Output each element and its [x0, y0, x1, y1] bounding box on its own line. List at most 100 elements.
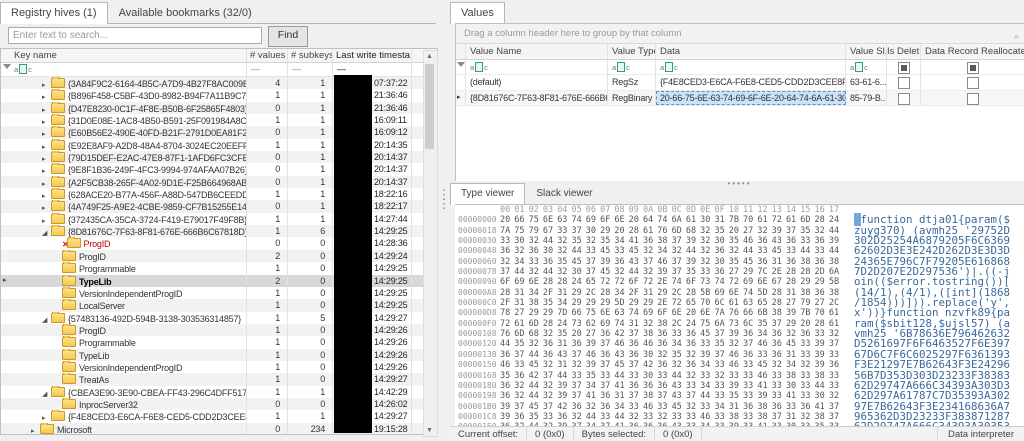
hex-byte[interactable]: 38 [643, 391, 654, 401]
group-by-bar[interactable]: Drag a column header here to group by th… [456, 24, 1024, 44]
hex-byte[interactable]: 37 [586, 267, 597, 277]
hex-byte[interactable]: 34 [786, 360, 797, 370]
hex-byte[interactable]: 33 [600, 412, 611, 422]
hex-byte[interactable]: 76 [657, 226, 668, 236]
hex-byte[interactable]: 38 [786, 371, 797, 381]
hex-byte[interactable]: 32 [772, 360, 783, 370]
hex-viewer[interactable]: 000102030405060708090A0B0C0D0E0F10111213… [455, 204, 1024, 427]
hex-byte[interactable]: 75 [700, 319, 711, 329]
hex-byte[interactable]: 37 [672, 257, 683, 267]
hex-byte[interactable]: 32 [586, 236, 597, 246]
hex-byte[interactable]: 36 [543, 350, 554, 360]
hex-byte[interactable]: 34 [614, 402, 625, 412]
hex-byte[interactable]: 65 [686, 298, 697, 308]
hex-byte[interactable]: 41 [629, 236, 640, 246]
hex-byte[interactable]: 78 [500, 308, 511, 318]
hex-byte[interactable]: 29 [786, 319, 797, 329]
hex-byte[interactable]: 38 [772, 308, 783, 318]
hex-byte[interactable]: 32 [686, 350, 697, 360]
hex-byte[interactable]: 46 [657, 257, 668, 267]
hex-byte[interactable]: 2C [586, 288, 597, 298]
hex-byte[interactable]: 66 [514, 215, 525, 225]
hex-byte[interactable]: 37 [543, 371, 554, 381]
hex-byte[interactable]: 2E [657, 298, 668, 308]
hex-byte[interactable]: 38 [643, 329, 654, 339]
hex-byte[interactable]: 6E [614, 215, 625, 225]
hex-byte[interactable]: 33 [800, 236, 811, 246]
find-button[interactable]: Find [268, 26, 308, 47]
hex-byte[interactable]: 36 [772, 329, 783, 339]
hex-byte[interactable]: 30 [815, 391, 826, 401]
hex-byte[interactable]: 37 [571, 226, 582, 236]
hex-byte[interactable]: 32 [714, 371, 725, 381]
hex-byte[interactable]: 37 [543, 402, 554, 412]
col-value-slack[interactable]: Value Sl... [846, 44, 887, 59]
hex-byte[interactable]: 75 [529, 215, 540, 225]
hex-byte[interactable]: 36 [500, 350, 511, 360]
expand-icon[interactable]: ▸ [42, 105, 51, 114]
hex-byte[interactable]: 39 [500, 412, 511, 422]
hex-byte[interactable]: 39 [686, 257, 697, 267]
hex-byte[interactable]: 70 [743, 215, 754, 225]
hex-byte[interactable]: 6E [729, 288, 740, 298]
hex-byte[interactable]: 44 [629, 267, 640, 277]
hex-byte[interactable]: 37 [829, 339, 840, 349]
hex-byte[interactable]: 33 [786, 402, 797, 412]
hex-byte[interactable]: 61 [514, 319, 525, 329]
hex-byte[interactable]: 6C [743, 319, 754, 329]
hex-byte[interactable]: 35 [757, 319, 768, 329]
hex-byte[interactable]: 31 [614, 391, 625, 401]
value-row[interactable]: ▸{8D81676C-7F63-8F81-676E-666B6C67818D}R… [456, 91, 1024, 107]
hex-byte[interactable]: 69 [586, 215, 597, 225]
hex-byte[interactable]: 7B [729, 215, 740, 225]
hex-byte[interactable]: 28 [772, 288, 783, 298]
hex-byte[interactable]: 36 [629, 339, 640, 349]
hex-byte[interactable]: 33 [657, 371, 668, 381]
hex-byte[interactable]: 36 [629, 350, 640, 360]
hex-byte[interactable]: 20 [629, 215, 640, 225]
hex-byte[interactable]: 42 [643, 360, 654, 370]
hex-byte[interactable]: 37 [829, 412, 840, 422]
hex-byte[interactable]: 32 [643, 246, 654, 256]
hex-byte[interactable]: 36 [757, 257, 768, 267]
hex-byte[interactable]: 32 [543, 391, 554, 401]
hex-byte[interactable]: 29 [800, 277, 811, 287]
hex-byte[interactable]: 32 [829, 391, 840, 401]
hex-byte[interactable]: 20 [500, 215, 511, 225]
checkbox[interactable] [967, 77, 979, 89]
hex-byte[interactable]: 66 [743, 308, 754, 318]
hex-byte[interactable]: 72 [614, 277, 625, 287]
hex-byte[interactable]: 45 [672, 402, 683, 412]
hex-byte[interactable]: 36 [657, 381, 668, 391]
hex-byte[interactable]: 6F [600, 215, 611, 225]
hex-byte[interactable]: 74 [614, 319, 625, 329]
hex-byte[interactable]: 2C [829, 298, 840, 308]
hex-byte[interactable]: 24 [571, 277, 582, 287]
hex-byte[interactable]: 72 [772, 215, 783, 225]
hex-byte[interactable]: 33 [800, 391, 811, 401]
hex-byte[interactable]: 38 [757, 412, 768, 422]
hex-byte[interactable]: 72 [500, 319, 511, 329]
collapse-icon[interactable]: ◢ [42, 389, 51, 398]
hex-byte[interactable]: 46 [743, 236, 754, 246]
scrollbar-thumb[interactable] [425, 64, 434, 149]
hex-byte[interactable]: 69 [743, 277, 754, 287]
hex-byte[interactable]: 45 [529, 360, 540, 370]
hex-byte[interactable]: 5B [700, 288, 711, 298]
hex-byte[interactable]: 32 [614, 267, 625, 277]
hex-byte[interactable]: 32 [786, 329, 797, 339]
hex-byte[interactable]: 36 [657, 339, 668, 349]
hex-byte[interactable]: 35 [729, 391, 740, 401]
hex-byte[interactable]: 69 [600, 319, 611, 329]
col-num-values[interactable]: # values [247, 49, 288, 62]
hex-byte[interactable]: 6E [543, 215, 554, 225]
hex-byte[interactable]: 6F [686, 277, 697, 287]
hex-byte[interactable]: 31 [557, 288, 568, 298]
hex-byte[interactable]: 75 [514, 226, 525, 236]
hex-byte[interactable]: 39 [815, 360, 826, 370]
hex-byte[interactable]: 32 [672, 246, 683, 256]
value-slack-cell[interactable]: 85-79-B... [846, 91, 887, 106]
hex-byte[interactable]: 33 [514, 360, 525, 370]
hex-byte[interactable]: 44 [543, 236, 554, 246]
hex-byte[interactable]: 45 [700, 329, 711, 339]
